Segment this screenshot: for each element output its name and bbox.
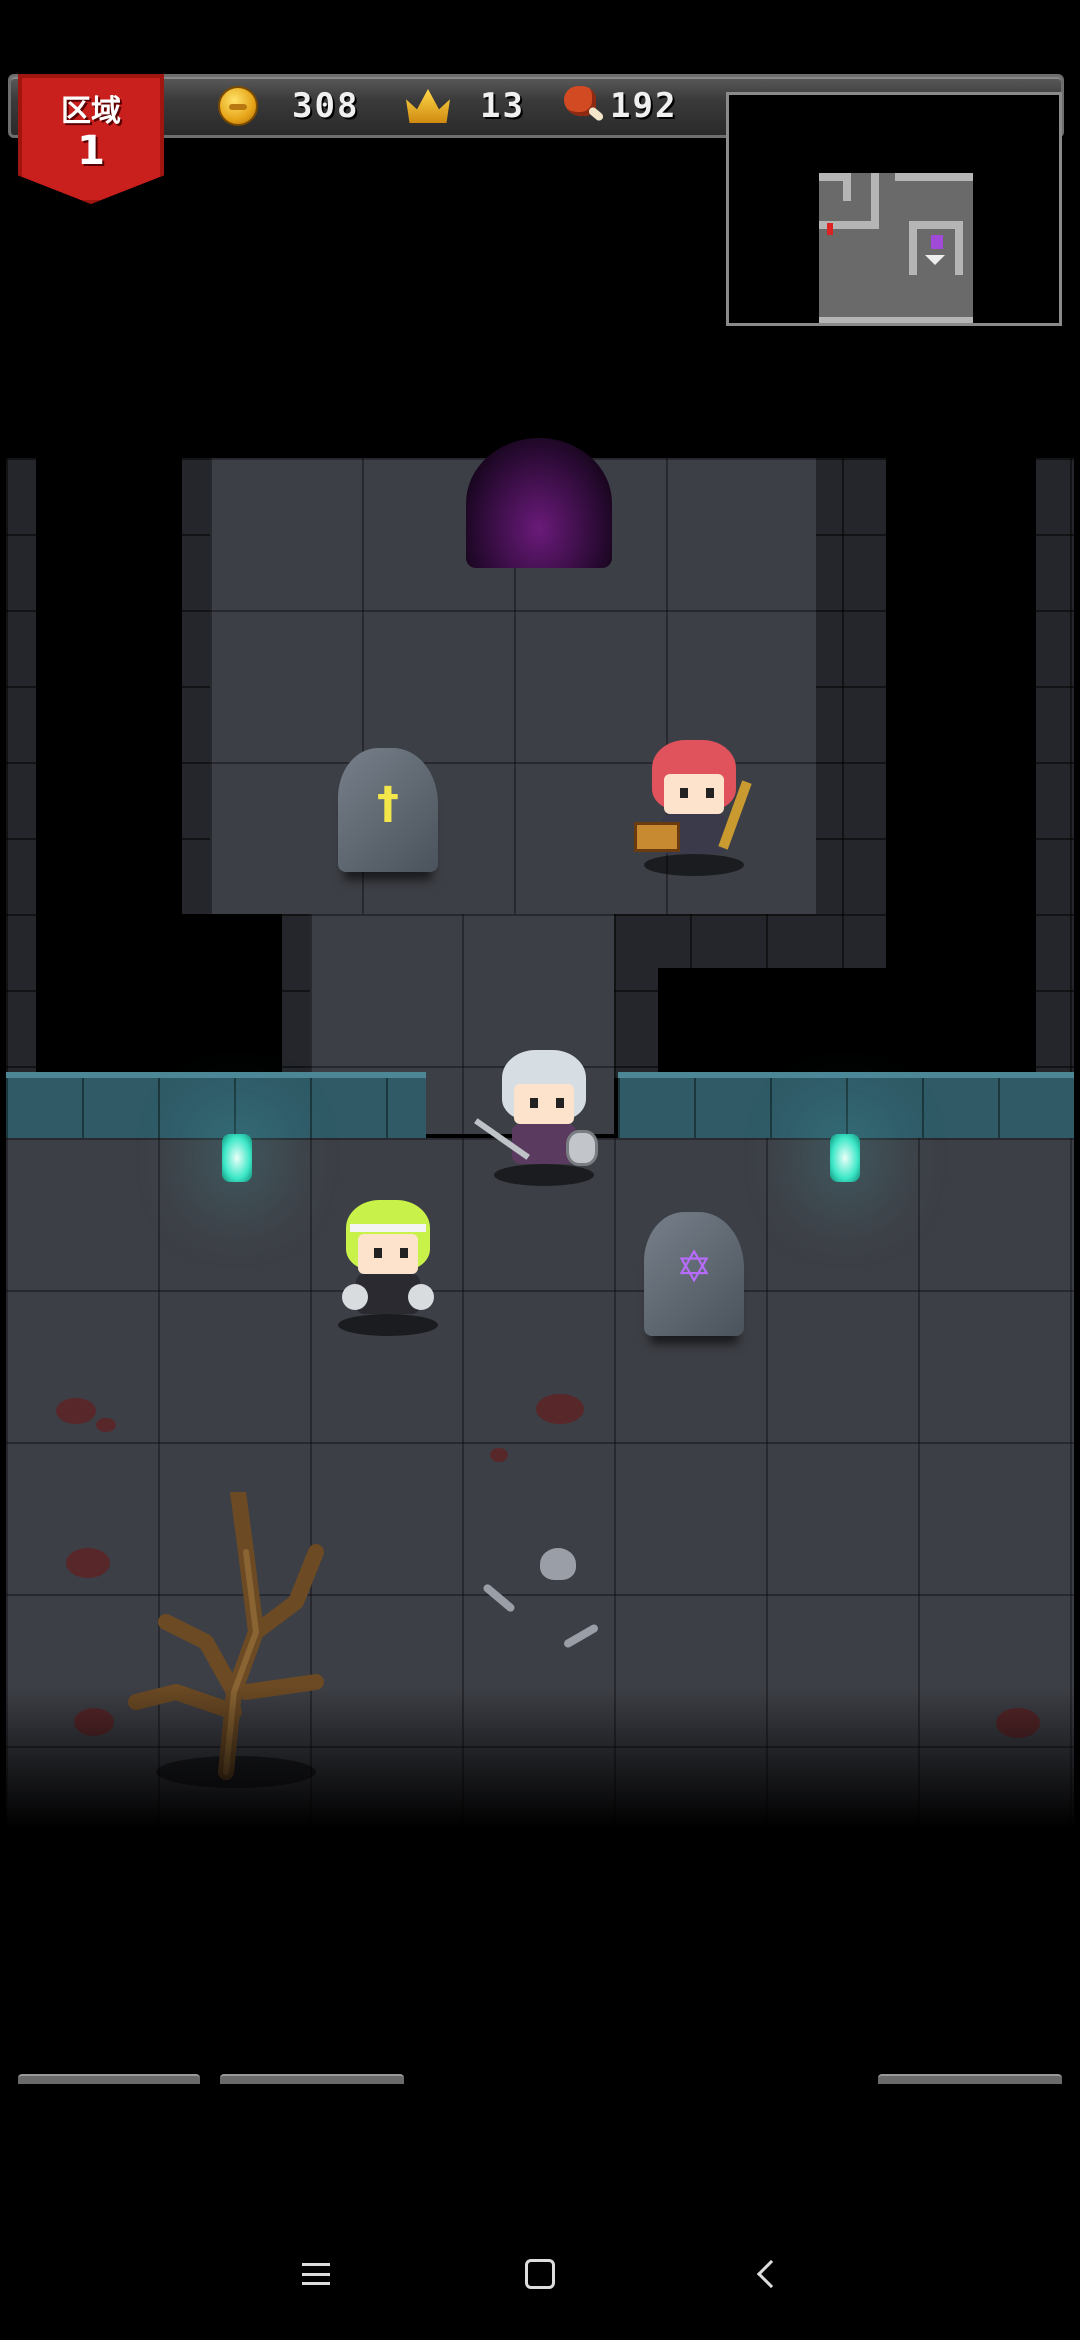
meat-icon bbox=[562, 84, 606, 128]
recent-apps-button[interactable] bbox=[286, 2248, 346, 2300]
hexagram-icon: ✡ bbox=[675, 1242, 713, 1293]
chest-icon bbox=[634, 822, 680, 852]
dungeon-view[interactable]: † ✡ bbox=[6, 438, 1074, 1828]
teal-wall bbox=[6, 1072, 426, 1138]
lantern-icon bbox=[830, 1134, 860, 1182]
headband bbox=[350, 1224, 426, 1232]
void-area bbox=[886, 458, 1036, 1078]
npc-green-hair[interactable] bbox=[328, 1200, 448, 1336]
minimap-wall bbox=[871, 173, 879, 229]
void-area bbox=[36, 458, 182, 1078]
minimap-marker bbox=[827, 223, 833, 235]
back-icon bbox=[756, 2259, 786, 2289]
fist-icon bbox=[408, 1284, 434, 1310]
home-button[interactable] bbox=[510, 2248, 570, 2300]
void-area bbox=[658, 968, 886, 1078]
blood-splatter bbox=[56, 1398, 96, 1424]
blood-splatter bbox=[96, 1418, 116, 1432]
minimap-wall bbox=[843, 173, 851, 201]
food-count: 192 bbox=[610, 86, 678, 126]
tombstone-star[interactable]: ✡ bbox=[644, 1212, 744, 1336]
fist-icon bbox=[342, 1284, 368, 1310]
shield-icon bbox=[566, 1130, 598, 1166]
minimap-wall bbox=[895, 173, 973, 181]
face bbox=[514, 1084, 574, 1124]
bottom-tab[interactable] bbox=[878, 2074, 1062, 2084]
character-shadow bbox=[338, 1314, 438, 1336]
crown-count: 13 bbox=[480, 86, 525, 126]
zone-label: 区域 bbox=[61, 94, 121, 129]
coin-count: 308 bbox=[292, 86, 360, 126]
face bbox=[664, 774, 724, 814]
eye bbox=[680, 788, 688, 798]
zone-number: 1 bbox=[77, 128, 105, 174]
npc-merchant-girl[interactable] bbox=[634, 740, 754, 876]
minimap-wall bbox=[955, 221, 963, 275]
eye bbox=[706, 788, 714, 798]
menu-icon bbox=[302, 2263, 330, 2285]
blood-splatter bbox=[66, 1548, 110, 1578]
bottom-tab[interactable] bbox=[220, 2074, 404, 2084]
blood-splatter bbox=[490, 1448, 508, 1462]
purple-portal[interactable] bbox=[466, 438, 612, 568]
eye bbox=[530, 1098, 538, 1108]
character-shadow bbox=[644, 854, 744, 876]
coin-counter: 308 bbox=[218, 84, 359, 128]
player-knight[interactable] bbox=[474, 1050, 604, 1186]
skull-icon bbox=[540, 1548, 576, 1580]
coin-icon bbox=[218, 86, 258, 126]
tombstone-cross[interactable]: † bbox=[338, 748, 438, 872]
bottom-tab[interactable] bbox=[18, 2074, 200, 2084]
character-shadow bbox=[494, 1164, 594, 1186]
face bbox=[358, 1234, 418, 1274]
eye bbox=[556, 1098, 564, 1108]
eye bbox=[400, 1248, 408, 1258]
teal-wall bbox=[618, 1072, 1074, 1138]
crown-icon bbox=[406, 89, 450, 123]
cross-icon: † bbox=[377, 778, 399, 829]
minimap-wall bbox=[819, 317, 973, 323]
floor-fade bbox=[6, 1686, 1074, 1828]
blood-splatter bbox=[536, 1394, 584, 1424]
minimap-wall bbox=[909, 221, 917, 275]
minimap[interactable] bbox=[726, 92, 1062, 326]
crown-counter: 13 bbox=[406, 84, 525, 128]
lantern-icon bbox=[222, 1134, 252, 1182]
back-button[interactable] bbox=[736, 2248, 796, 2300]
home-icon bbox=[525, 2259, 555, 2289]
void-area bbox=[182, 914, 282, 1078]
food-counter: 192 bbox=[562, 84, 677, 128]
minimap-portal-marker bbox=[931, 235, 943, 249]
eye bbox=[374, 1248, 382, 1258]
